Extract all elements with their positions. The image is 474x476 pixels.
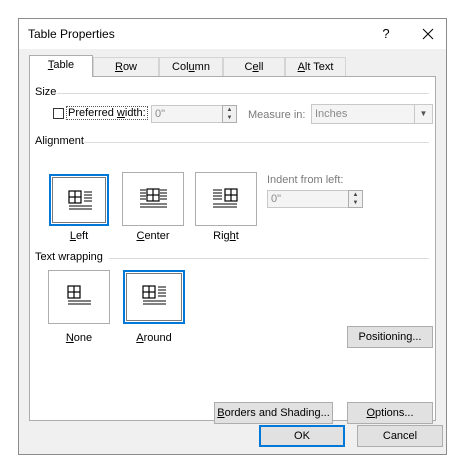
- align-right-pre: Rig: [213, 230, 230, 242]
- align-left-label: Left: [39, 230, 119, 242]
- indent-spinner[interactable]: ▲ ▼: [348, 190, 363, 208]
- wrap-around-icon: [142, 285, 166, 305]
- tab-alt-text-hotkey: A: [297, 61, 305, 73]
- preferred-width-field[interactable]: 0": [151, 105, 223, 123]
- tab-table[interactable]: Table: [29, 55, 93, 77]
- options-button[interactable]: Options...: [347, 402, 433, 424]
- align-right-rest: t: [235, 230, 239, 242]
- indent-from-left-label: Indent from left:: [267, 174, 344, 186]
- align-center-option[interactable]: [122, 172, 184, 226]
- preferred-width-pre: Preferred: [68, 107, 117, 119]
- tab-row-hotkey: R: [114, 61, 123, 73]
- indent-from-left-field[interactable]: 0": [267, 190, 349, 208]
- options-hotkey: O: [366, 407, 376, 419]
- align-center-rest: enter: [144, 230, 170, 242]
- options-rest: ptions...: [375, 407, 414, 419]
- wrap-none-icon: [67, 285, 91, 305]
- measure-in-select[interactable]: Inches ▼: [311, 104, 433, 124]
- wrap-none-option[interactable]: [48, 270, 110, 324]
- tab-alt-text[interactable]: Alt Text: [285, 57, 346, 76]
- tab-column-pre: Col: [172, 61, 189, 73]
- cancel-button[interactable]: Cancel: [357, 425, 443, 447]
- tab-row[interactable]: Row: [93, 57, 159, 76]
- measure-in-value: Inches: [315, 108, 348, 120]
- size-heading: Size: [35, 86, 57, 98]
- preferred-width-label[interactable]: Preferred width:: [66, 106, 148, 120]
- wrap-none-hotkey: N: [65, 332, 74, 344]
- wrap-around-rest: round: [143, 332, 172, 344]
- align-right-option[interactable]: [195, 172, 257, 226]
- tab-cell[interactable]: CEll: [223, 57, 285, 76]
- tab-alt-text-rest: lt Text: [304, 61, 334, 73]
- preferred-width-spinner[interactable]: ▲ ▼: [222, 105, 237, 123]
- tab-row-rest: ow: [122, 61, 137, 73]
- tab-column[interactable]: ColUmn: [159, 57, 223, 76]
- borders-and-shading-button[interactable]: Borders and Shading...: [214, 402, 333, 424]
- measure-in-label: Measure in:: [248, 109, 306, 121]
- table-tab-panel: Size Preferred width: 0" ▲ ▼ Measure in:…: [29, 76, 436, 424]
- ok-button[interactable]: OK: [259, 425, 345, 447]
- title-bar: Table Properties ?: [19, 19, 446, 49]
- alignment-heading: Alignment: [35, 135, 84, 147]
- spin-up-icon[interactable]: ▲: [223, 106, 236, 114]
- wrap-around-hotkey: A: [136, 332, 144, 344]
- align-center-label: Center: [113, 230, 193, 242]
- tab-cell-rest: ll: [258, 61, 264, 73]
- align-right-icon: [213, 188, 238, 208]
- close-button[interactable]: [417, 23, 439, 45]
- align-left-option[interactable]: [49, 174, 109, 226]
- positioning-button[interactable]: Positioning...: [347, 326, 433, 348]
- help-button[interactable]: ?: [375, 23, 397, 45]
- borders-rest: orders and Shading...: [224, 407, 330, 419]
- preferred-width-hotkey: w: [116, 107, 125, 119]
- positioning-label: Positioning...: [358, 331, 422, 343]
- wrap-around-label: Around: [114, 332, 194, 344]
- close-icon: [422, 28, 434, 40]
- wrap-around-option[interactable]: [123, 270, 185, 324]
- wrap-none-rest: one: [73, 332, 93, 344]
- wrap-none-label: None: [39, 332, 119, 344]
- text-wrapping-heading: Text wrapping: [35, 251, 103, 263]
- preferred-width-checkbox[interactable]: [53, 108, 64, 119]
- preferred-width-post: idth:: [124, 107, 146, 119]
- size-divider: [57, 93, 429, 94]
- chevron-down-icon[interactable]: ▼: [414, 105, 432, 123]
- align-left-rest: eft: [75, 230, 89, 242]
- spin-down-icon[interactable]: ▼: [349, 199, 362, 207]
- table-properties-dialog: Table Properties ? Table Row ColUmn CEll…: [18, 18, 447, 455]
- align-right-label: Right: [186, 230, 266, 242]
- tab-column-rest: mn: [194, 61, 210, 73]
- tab-table-rest: able: [53, 59, 75, 71]
- spin-up-icon[interactable]: ▲: [349, 191, 362, 199]
- alignment-divider: [84, 142, 429, 143]
- spin-down-icon[interactable]: ▼: [223, 114, 236, 122]
- align-center-icon: [140, 188, 167, 208]
- align-left-icon: [68, 190, 92, 210]
- borders-hotkey: B: [217, 407, 225, 419]
- text-wrapping-divider: [109, 258, 429, 259]
- dialog-title: Table Properties: [28, 27, 115, 41]
